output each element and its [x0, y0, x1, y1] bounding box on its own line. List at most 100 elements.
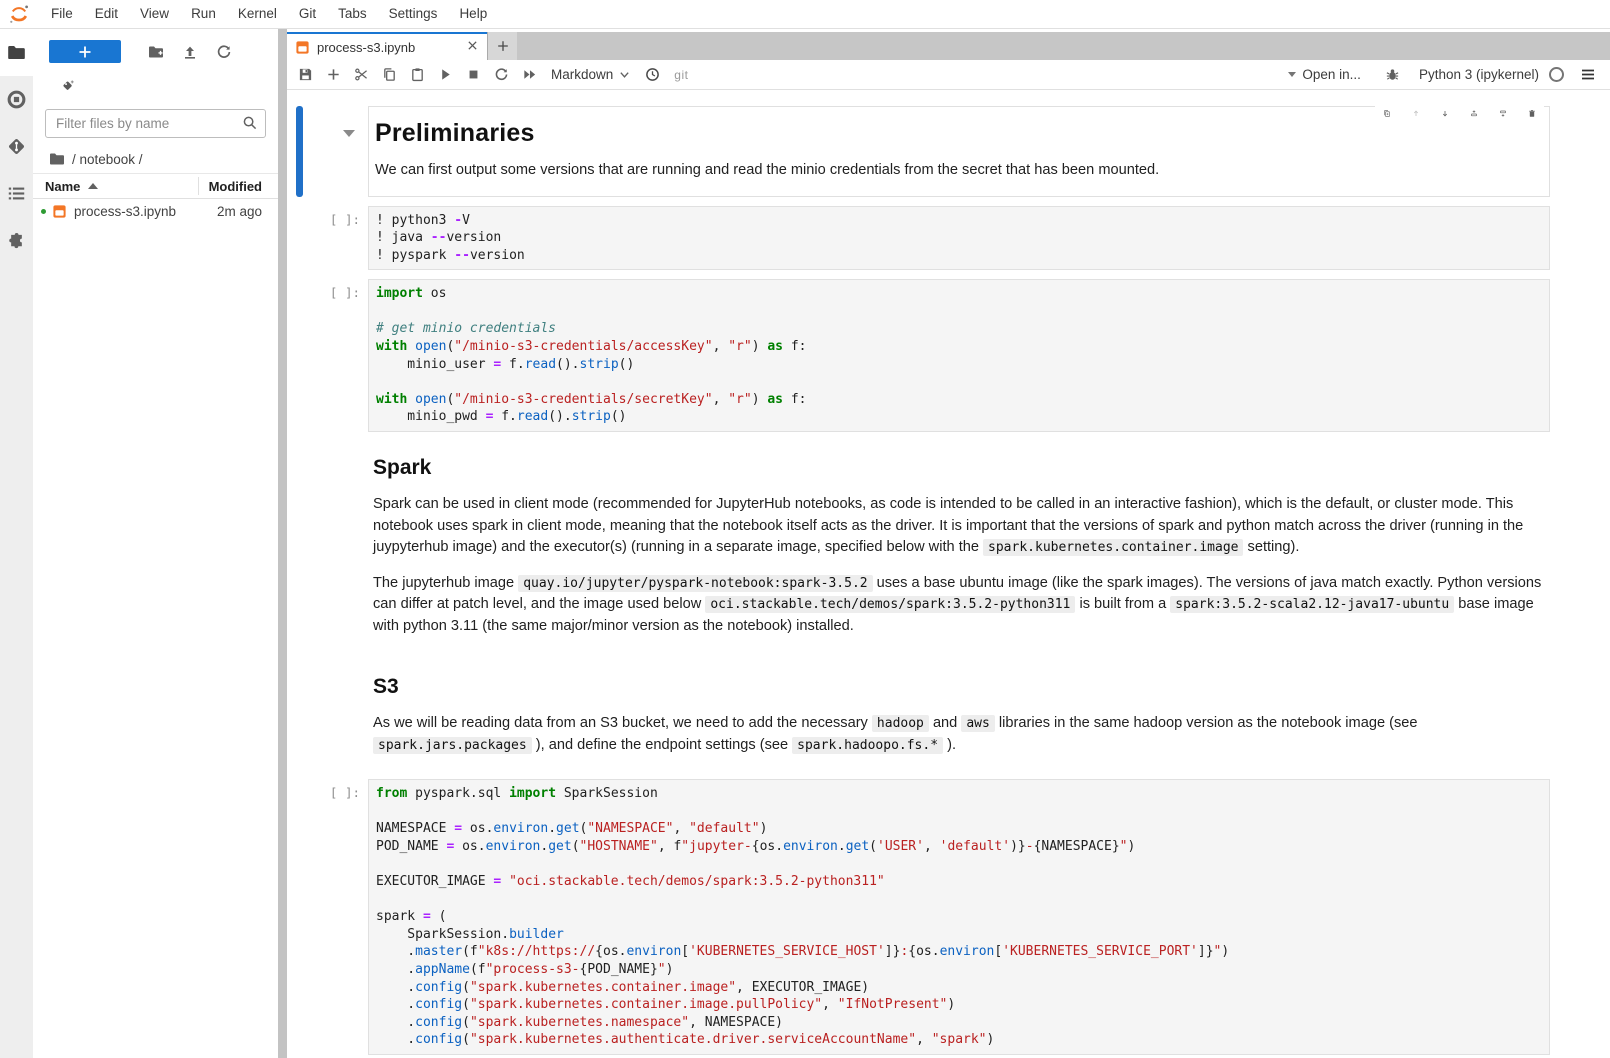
- jupyterlab-window: File Edit View Run Kernel Git Tabs Setti…: [0, 0, 1610, 1058]
- column-header-modified[interactable]: Modified: [209, 179, 262, 194]
- menu-tabs[interactable]: Tabs: [327, 0, 378, 28]
- sidebar-tab-extensions[interactable]: [0, 217, 33, 264]
- duplicate-icon: [1383, 106, 1391, 121]
- add-cell-button[interactable]: [319, 62, 347, 88]
- kernel-status-icon[interactable]: [1549, 67, 1564, 82]
- interrupt-kernel-button[interactable]: [459, 62, 487, 88]
- tab-process-s3[interactable]: process-s3.ipynb: [287, 32, 487, 60]
- copy-cells-button[interactable]: [375, 62, 403, 88]
- delete-cell-button[interactable]: [1522, 104, 1542, 122]
- markdown-cell[interactable]: SparkSpark can be used in client mode (r…: [287, 441, 1610, 651]
- paste-icon: [410, 67, 425, 82]
- cell-type-dropdown[interactable]: Markdown: [543, 67, 638, 82]
- code-editor[interactable]: ! python3 -V! java --version! pyspark --…: [368, 206, 1550, 271]
- file-name: process-s3.ipynb: [74, 204, 217, 219]
- file-list-header: Name Modified: [33, 173, 278, 199]
- restart-run-all-button[interactable]: [515, 62, 543, 88]
- menu-settings[interactable]: Settings: [378, 0, 449, 28]
- menu-edit[interactable]: Edit: [84, 0, 129, 28]
- sidebar-splitter[interactable]: [278, 29, 287, 1058]
- markdown-body[interactable]: S3As we will be reading data from an S3 …: [368, 660, 1550, 770]
- toolbar-overflow-menu-button[interactable]: [1574, 62, 1602, 88]
- cell-collapser[interactable]: [296, 779, 303, 1055]
- breadcrumb-path: / notebook /: [72, 152, 143, 167]
- insert-cell-below-button[interactable]: [1493, 104, 1513, 122]
- code-line: minio_pwd = f.read().strip(): [376, 408, 1542, 426]
- inline-code: spark.kubernetes.container.image: [983, 539, 1243, 556]
- cell-prompt: [303, 106, 368, 197]
- code-cell[interactable]: [ ]:from pyspark.sql import SparkSession…: [287, 779, 1610, 1055]
- duplicate-cell-button[interactable]: [1377, 104, 1397, 122]
- insert-above-icon: [1470, 106, 1478, 121]
- move-cell-up-button[interactable]: [1406, 104, 1426, 122]
- cell-collapser[interactable]: [296, 279, 303, 432]
- new-launcher-button[interactable]: [49, 40, 121, 63]
- save-button[interactable]: [291, 62, 319, 88]
- column-header-name[interactable]: Name: [45, 179, 198, 194]
- menu-kernel[interactable]: Kernel: [227, 0, 288, 28]
- notebook-scroll-area[interactable]: PreliminariesWe can first output some ve…: [287, 90, 1610, 1058]
- code-editor[interactable]: import os # get minio credentialswith op…: [368, 279, 1550, 432]
- markdown-h1: Preliminaries: [375, 119, 1539, 148]
- inline-code: spark.jars.packages: [373, 737, 532, 754]
- markdown-cell[interactable]: S3As we will be reading data from an S3 …: [287, 660, 1610, 770]
- breadcrumb[interactable]: / notebook /: [33, 144, 278, 173]
- new-tab-button[interactable]: [487, 32, 517, 60]
- menu-help[interactable]: Help: [448, 0, 498, 28]
- column-divider[interactable]: [198, 177, 199, 195]
- markdown-h2: Spark: [373, 456, 1542, 480]
- cell-collapser[interactable]: [296, 660, 303, 770]
- upload-button[interactable]: [173, 40, 207, 63]
- move-cell-down-button[interactable]: [1435, 104, 1455, 122]
- menu-run[interactable]: Run: [180, 0, 227, 28]
- code-line: with open("/minio-s3-credentials/secretK…: [376, 391, 1542, 409]
- kernel-name[interactable]: Python 3 (ipykernel): [1419, 67, 1539, 82]
- code-editor[interactable]: from pyspark.sql import SparkSession NAM…: [368, 779, 1550, 1055]
- markdown-body[interactable]: PreliminariesWe can first output some ve…: [368, 106, 1550, 197]
- markdown-h2: S3: [373, 675, 1542, 699]
- git-icon: [7, 137, 26, 156]
- menu-view[interactable]: View: [129, 0, 180, 28]
- filter-files: [45, 109, 266, 138]
- heading-collapse-icon[interactable]: [343, 130, 355, 137]
- git-clone-row: [33, 69, 278, 99]
- menu-file[interactable]: File: [40, 0, 84, 28]
- open-in-dropdown[interactable]: Open in...: [1288, 67, 1361, 82]
- cell-collapser[interactable]: [296, 206, 303, 271]
- running-sessions-icon: [7, 90, 26, 109]
- sidebar-tab-toc[interactable]: [0, 170, 33, 217]
- cell-collapser[interactable]: [296, 106, 303, 197]
- running-kernel-dot: [41, 209, 46, 214]
- cut-cells-button[interactable]: [347, 62, 375, 88]
- file-row[interactable]: process-s3.ipynb 2m ago: [33, 199, 278, 224]
- code-line: POD_NAME = os.environ.get("HOSTNAME", f"…: [376, 838, 1542, 856]
- inline-code: hadoop: [872, 715, 929, 732]
- git-clone-icon[interactable]: [61, 79, 76, 94]
- inline-code: oci.stackable.tech/demos/spark:3.5.2-pyt…: [705, 596, 1075, 613]
- history-button[interactable]: [638, 62, 666, 88]
- clock-icon: [645, 67, 660, 82]
- inline-code: spark:3.5.2-scala2.12-java17-ubuntu: [1170, 596, 1454, 613]
- cell-list: PreliminariesWe can first output some ve…: [287, 106, 1610, 1055]
- run-cell-button[interactable]: [431, 62, 459, 88]
- filter-files-input[interactable]: [45, 109, 266, 138]
- debugger-button[interactable]: [1379, 62, 1407, 88]
- cell-collapser[interactable]: [296, 441, 303, 651]
- code-cell[interactable]: [ ]:! python3 -V! java --version! pyspar…: [287, 206, 1610, 271]
- sidebar-tab-git[interactable]: [0, 123, 33, 170]
- paste-cells-button[interactable]: [403, 62, 431, 88]
- tab-close-button[interactable]: [466, 39, 479, 55]
- new-folder-button[interactable]: [139, 40, 173, 63]
- menu-git[interactable]: Git: [288, 0, 327, 28]
- insert-cell-above-button[interactable]: [1464, 104, 1484, 122]
- cell-type-value: Markdown: [551, 67, 613, 82]
- sidebar-tab-running[interactable]: [0, 76, 33, 123]
- refresh-files-button[interactable]: [207, 40, 241, 63]
- code-line: spark = (: [376, 908, 1542, 926]
- restart-icon: [494, 67, 509, 82]
- markdown-body[interactable]: SparkSpark can be used in client mode (r…: [368, 441, 1550, 651]
- sidebar-tab-file-browser[interactable]: [0, 29, 33, 76]
- restart-kernel-button[interactable]: [487, 62, 515, 88]
- code-line: ! pyspark --version: [376, 247, 1542, 265]
- code-cell[interactable]: [ ]:import os # get minio credentialswit…: [287, 279, 1610, 432]
